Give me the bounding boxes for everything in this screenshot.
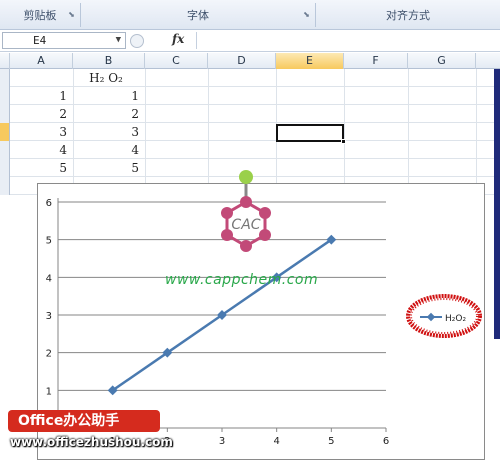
- brand-badge: Office办公助手: [8, 410, 160, 432]
- chevron-down-icon[interactable]: ▼: [116, 33, 121, 48]
- table-row: 1 1: [0, 87, 500, 105]
- y-tick-label: 3: [46, 311, 52, 322]
- molecule-label: CAC: [231, 217, 260, 233]
- ribbon-group-bar: 剪贴板 ⬊ 字体 ⬊ 对齐方式: [0, 0, 500, 30]
- table-row: 3 3: [0, 123, 500, 141]
- cell-b[interactable]: 2: [73, 105, 145, 123]
- table-row: H₂ O₂: [0, 69, 500, 87]
- cell-a[interactable]: 4: [10, 141, 73, 159]
- legend-diamond-marker: [426, 312, 436, 322]
- watermark-url: www.cappchem.com: [165, 272, 319, 288]
- select-all-corner[interactable]: [0, 53, 10, 69]
- row-header[interactable]: [0, 105, 10, 123]
- font-dialog-launcher-icon[interactable]: ⬊: [302, 10, 311, 19]
- window-edge: [494, 69, 500, 339]
- column-header-c[interactable]: C: [145, 53, 208, 69]
- annotation-circle: [406, 294, 482, 338]
- column-header-b[interactable]: B: [73, 53, 145, 69]
- chart-legend[interactable]: H₂O₂: [404, 290, 484, 342]
- cell-b[interactable]: 1: [73, 87, 145, 105]
- x-tick-label: 3: [219, 436, 225, 447]
- y-tick-label: 5: [46, 236, 52, 247]
- x-tick-label: 4: [273, 436, 279, 447]
- cell-b1[interactable]: H₂ O₂: [73, 69, 145, 87]
- formula-input[interactable]: [196, 32, 498, 49]
- y-tick-label: 4: [46, 273, 52, 284]
- ribbon-group-font-label: 字体: [187, 9, 209, 22]
- clipboard-dialog-launcher-icon[interactable]: ⬊: [67, 10, 76, 19]
- column-header-a[interactable]: A: [10, 53, 73, 69]
- formula-bar-resize-handle[interactable]: [130, 34, 144, 48]
- molecule-logo-icon: CAC: [221, 170, 271, 252]
- column-header-f[interactable]: F: [344, 53, 408, 69]
- y-tick-label: 1: [46, 386, 52, 397]
- cell-b[interactable]: 3: [73, 123, 145, 141]
- selected-cell-indicator[interactable]: [276, 124, 346, 144]
- ribbon-group-alignment-label: 对齐方式: [386, 9, 430, 22]
- y-tick-label: 6: [46, 198, 52, 209]
- row-header[interactable]: [0, 87, 10, 105]
- legend-label: H₂O₂: [445, 314, 466, 324]
- cell-a[interactable]: 3: [10, 123, 73, 141]
- cell-a[interactable]: 1: [10, 87, 73, 105]
- column-headers: A B C D E F G: [0, 53, 500, 69]
- cell-b[interactable]: 4: [73, 141, 145, 159]
- row-header-active[interactable]: [0, 123, 10, 141]
- ribbon-group-alignment: 对齐方式: [316, 0, 500, 30]
- name-box-value: E4: [33, 34, 47, 47]
- ribbon-group-font: 字体 ⬊: [81, 0, 315, 30]
- cell-b[interactable]: 5: [73, 159, 145, 177]
- x-tick-label: 6: [383, 436, 389, 447]
- insert-function-button[interactable]: fx: [172, 32, 184, 46]
- column-header-e[interactable]: E: [276, 53, 344, 69]
- ribbon-group-clipboard: 剪贴板 ⬊: [0, 0, 80, 30]
- table-row: 2 2: [0, 105, 500, 123]
- name-box[interactable]: E4 ▼: [2, 32, 126, 49]
- row-header[interactable]: [0, 177, 10, 195]
- table-row: 4 4: [0, 141, 500, 159]
- ribbon-group-clipboard-label: 剪贴板: [23, 9, 57, 22]
- row-header[interactable]: [0, 69, 10, 87]
- column-header-g[interactable]: G: [408, 53, 476, 69]
- cell-a[interactable]: 5: [10, 159, 73, 177]
- column-header-d[interactable]: D: [208, 53, 276, 69]
- legend-svg: H₂O₂: [406, 294, 482, 338]
- cell-a[interactable]: 2: [10, 105, 73, 123]
- brand-badge-url: www.officezhushou.com: [10, 435, 173, 449]
- y-tick-label: 2: [46, 349, 52, 360]
- fill-handle[interactable]: [341, 139, 346, 144]
- formula-bar: E4 ▼ fx: [0, 30, 500, 52]
- row-header[interactable]: [0, 159, 10, 177]
- x-tick-label: 5: [328, 436, 334, 447]
- row-header[interactable]: [0, 141, 10, 159]
